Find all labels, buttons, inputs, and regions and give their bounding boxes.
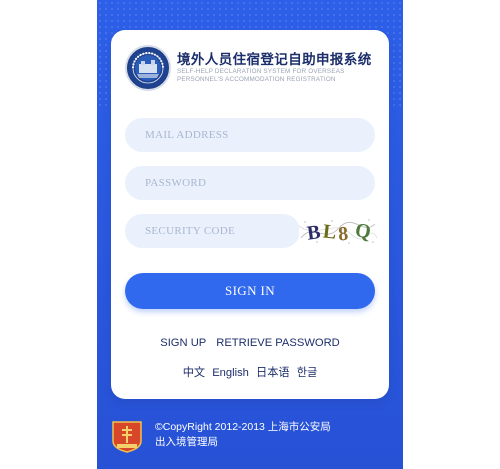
password-field-wrapper (125, 166, 375, 200)
police-badge-icon (111, 419, 143, 453)
password-input[interactable] (145, 166, 375, 200)
captcha-image[interactable]: B L 8 Q (298, 216, 378, 246)
email-input[interactable] (145, 118, 375, 152)
security-code-input[interactable] (145, 214, 300, 248)
page: 境外人员住宿登记自助申报系统 SELF-HELP DECLARATION SYS… (0, 0, 500, 469)
security-code-field-wrapper (125, 214, 300, 248)
footer-line1: ©CopyRight 2012-2013 上海市公安局 (155, 421, 331, 433)
svg-text:8: 8 (337, 223, 349, 246)
footer-line2: 出入境管理局 (155, 436, 218, 448)
retrieve-password-link[interactable]: RETRIEVE PASSWORD (216, 337, 340, 349)
mobile-viewport: 境外人员住宿登记自助申报系统 SELF-HELP DECLARATION SYS… (97, 0, 403, 469)
language-switcher: 中文 English 日本语 한글 (111, 364, 389, 380)
sign-in-button[interactable]: SIGN IN (125, 273, 375, 309)
lang-chinese[interactable]: 中文 (183, 367, 205, 379)
app-subtitle: SELF-HELP DECLARATION SYSTEM FOR OVERSEA… (177, 68, 382, 84)
lang-japanese[interactable]: 日本语 (256, 367, 290, 379)
app-title: 境外人员住宿登记自助申报系统 (177, 52, 372, 67)
account-links: SIGN UP RETRIEVE PASSWORD (111, 337, 389, 349)
email-field-wrapper (125, 118, 375, 152)
app-subtitle-line2: PERSONNEL'S ACCOMMODATION REGISTRATION (177, 76, 336, 83)
svg-text:L: L (322, 220, 338, 243)
lang-english[interactable]: English (212, 367, 249, 379)
login-card: 境外人员住宿登记自助申报系统 SELF-HELP DECLARATION SYS… (111, 30, 389, 399)
sign-up-link[interactable]: SIGN UP (160, 337, 206, 349)
footer-copyright: ©CopyRight 2012-2013 上海市公安局 出入境管理局 (155, 420, 331, 450)
lang-korean[interactable]: 한글 (297, 367, 318, 379)
police-seal-icon (125, 45, 171, 91)
app-subtitle-line1: SELF-HELP DECLARATION SYSTEM FOR OVERSEA… (177, 68, 345, 75)
